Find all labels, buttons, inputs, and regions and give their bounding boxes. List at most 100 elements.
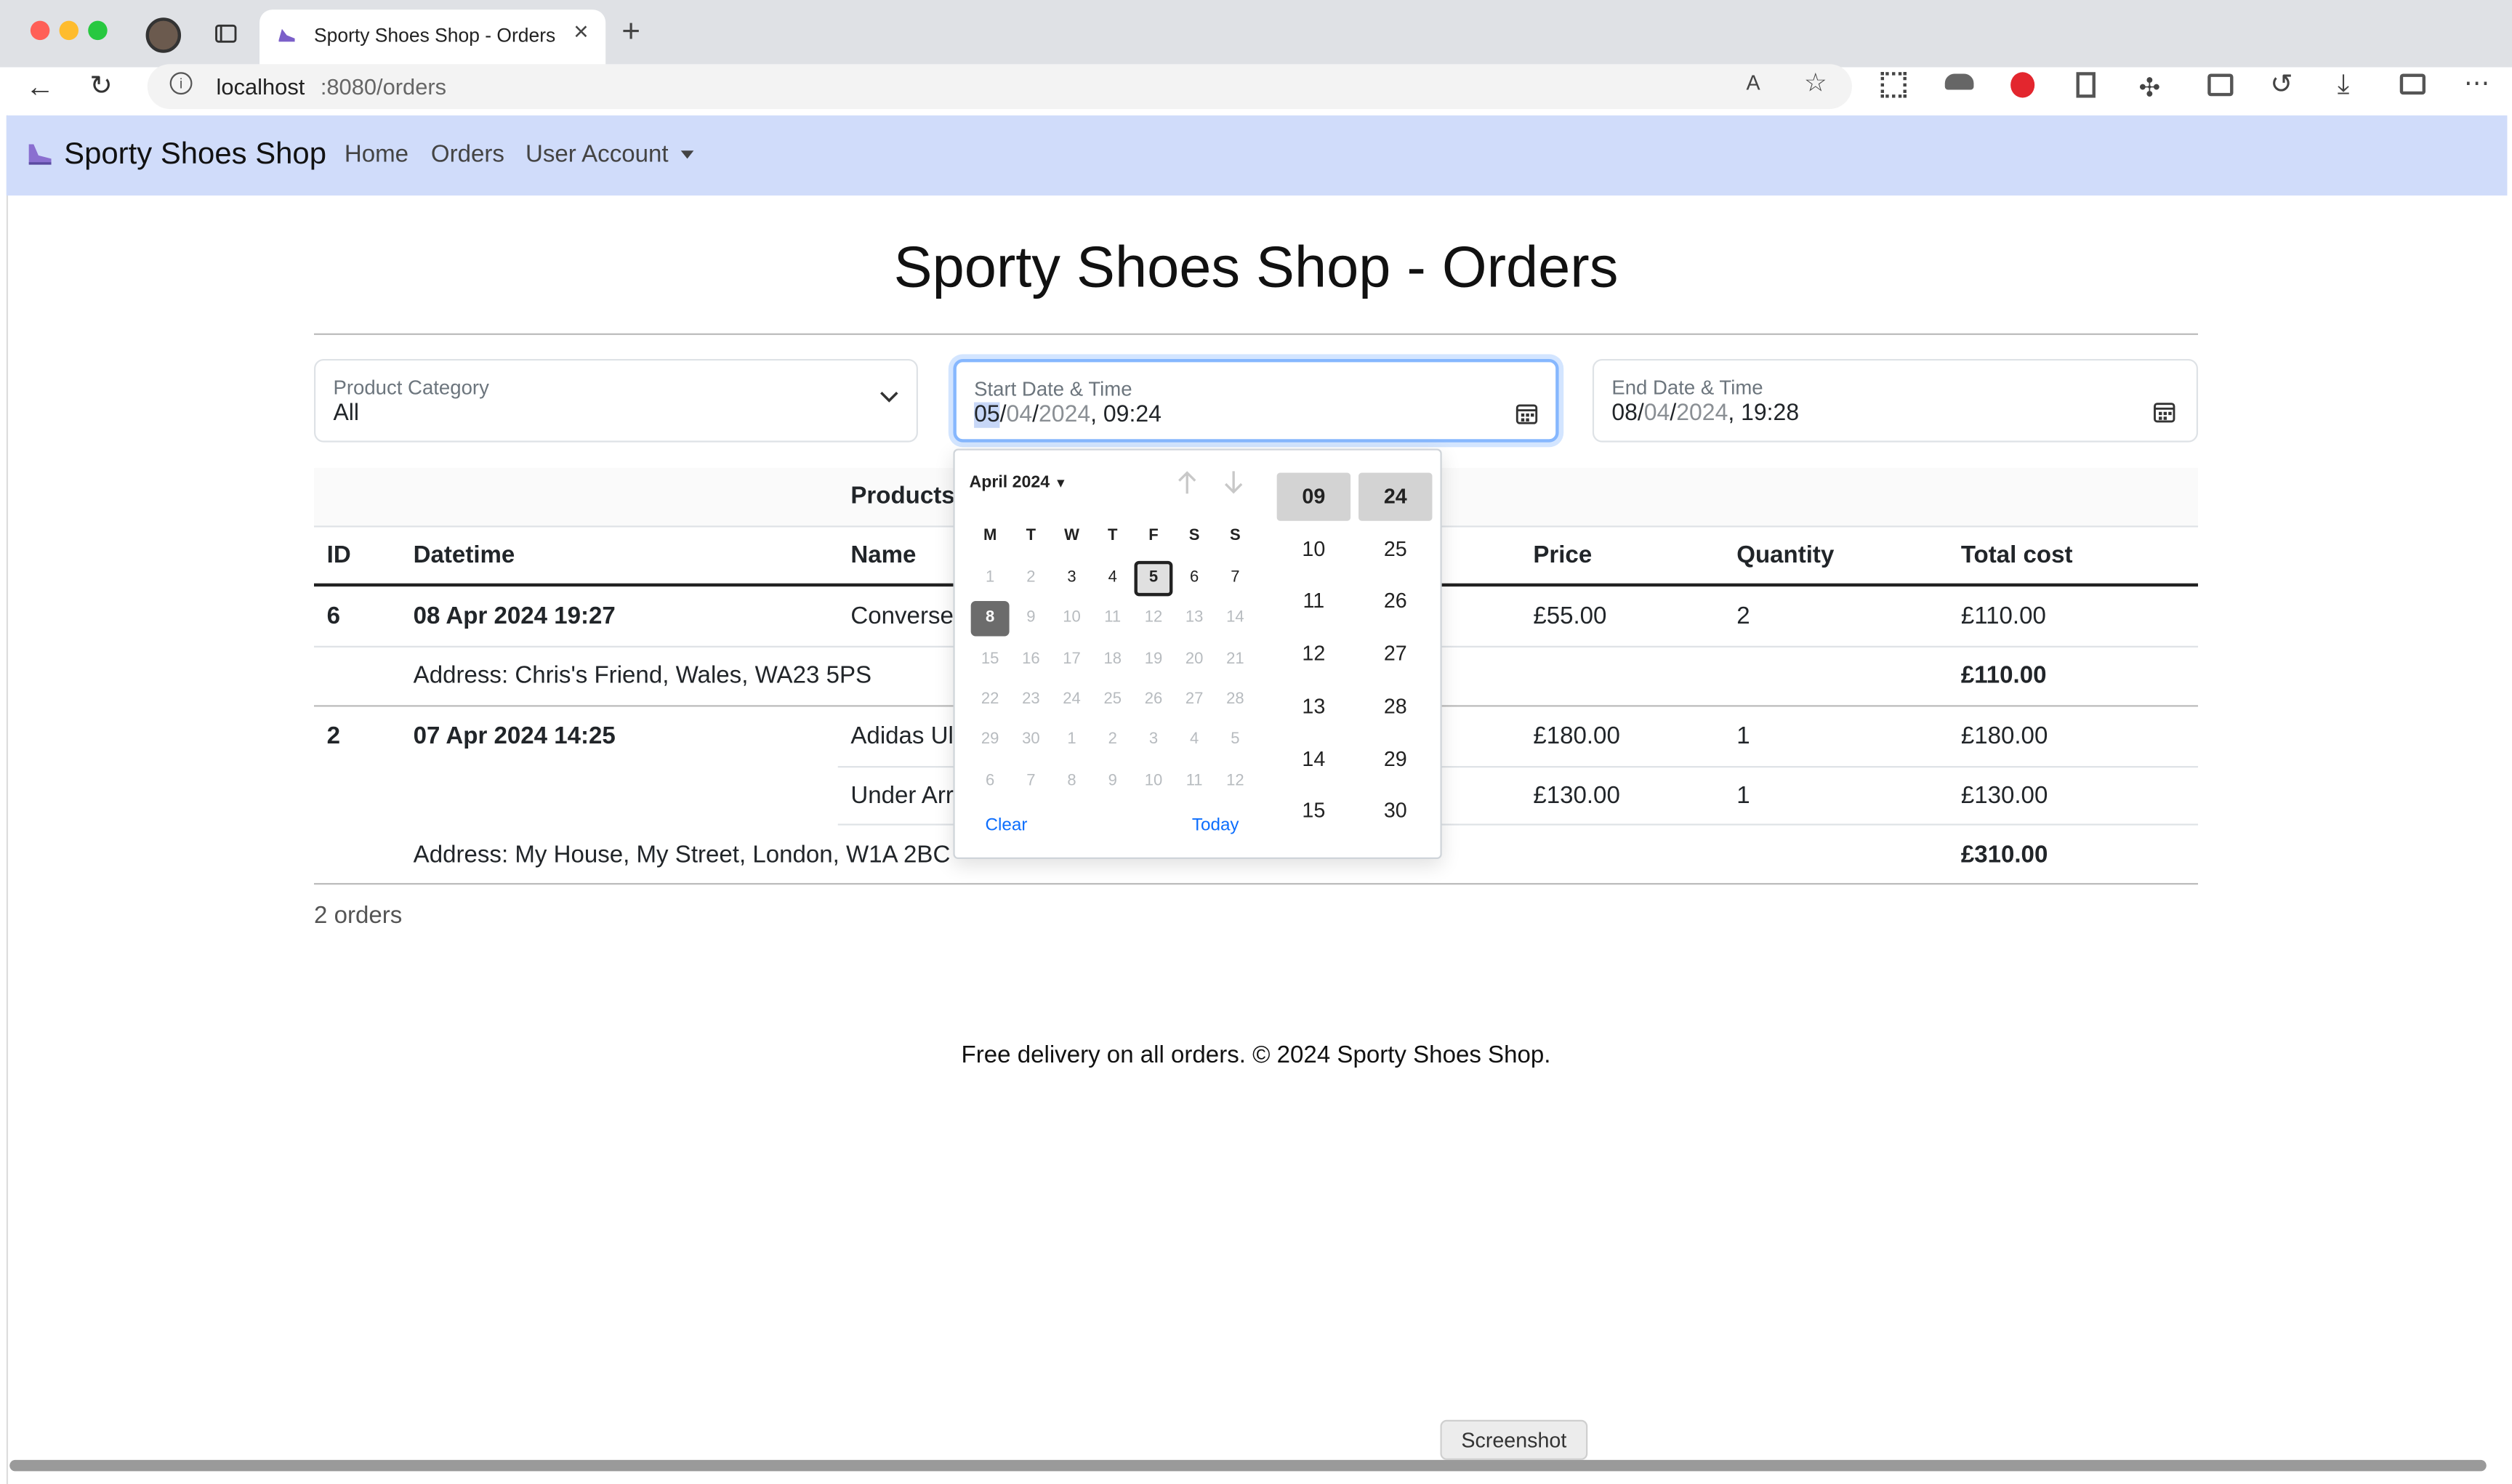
close-window-button[interactable] [30,20,50,41]
product-total: £130.00 [1960,782,2048,810]
page-title: Sporty Shoes Shop - Orders [893,233,1619,300]
footer-text: Free delivery on all orders. © 2024 Spor… [961,1041,1551,1069]
address-bar[interactable]: i localhost :8080/orders A ☆ [147,64,1852,109]
hour-option[interactable]: 14 [1277,735,1350,783]
calendar-day[interactable]: 7 [1216,561,1255,597]
dropdown-caret-icon [680,150,694,159]
hour-option[interactable]: 10 [1277,525,1350,573]
today-button[interactable]: Today [1192,815,1239,834]
product-price: £180.00 [1533,722,1620,751]
end-year[interactable]: 2024 [1676,400,1728,426]
order-datetime: 08 Apr 2024 19:27 [413,602,616,630]
month-year-toggle[interactable]: April 2024 ▼ [969,473,1067,492]
screenshot-icon[interactable] [2399,73,2426,95]
downloads-icon[interactable]: ⤓ [2338,69,2350,101]
end-day[interactable]: 08 [1611,400,1638,426]
nav-link-user-account[interactable]: User Account [526,141,669,168]
calendar-day[interactable]: 4 [1093,561,1132,597]
calendar-day: 10 [1063,609,1081,627]
order-address: Address: My House, My Street, London, W1… [413,841,951,869]
minute-option[interactable]: 30 [1358,787,1432,835]
calendar-day: 12 [1144,609,1163,627]
order-datetime: 07 Apr 2024 14:25 [413,722,616,751]
order-count: 2 orders [314,902,403,930]
calendar-day: 15 [981,650,999,668]
start-year[interactable]: 2024 [1039,403,1090,428]
new-tab-icon[interactable]: + [621,15,640,52]
prev-month-arrow-icon[interactable] [1176,469,1199,495]
calendar-day: 27 [1185,690,1204,709]
product-quantity: 2 [1736,602,1750,630]
split-screen-icon[interactable] [2207,73,2234,97]
calendar-day[interactable]: 5 [1134,560,1173,597]
hour-option[interactable]: 15 [1277,787,1350,835]
history-icon[interactable]: ↺ [2270,69,2292,101]
products-group-header: Products [850,482,955,510]
nav-link-home[interactable]: Home [345,141,408,168]
clear-button[interactable]: Clear [986,815,1028,834]
profile-avatar[interactable] [145,17,182,53]
calendar-day: 21 [1226,650,1244,668]
next-month-arrow-icon[interactable] [1223,469,1245,495]
hour-option[interactable]: 11 [1277,578,1350,626]
col-header-total: Total cost [1960,541,2073,569]
calendar-day: 24 [1063,690,1081,709]
start-time[interactable]: , 09:24 [1090,403,1162,428]
extensions-puzzle-icon[interactable]: ✣ [2138,72,2160,104]
extension-shield-icon[interactable] [2010,72,2035,98]
calendar-day[interactable]: 3 [1052,561,1091,597]
reload-icon[interactable]: ↻ [89,70,112,102]
tab-actions-icon[interactable] [213,21,238,47]
product-category-select[interactable]: Product Category All [314,358,918,443]
browser-tab[interactable]: Sporty Shoes Shop - Orders × [259,9,606,68]
col-header-name: Name [850,541,917,569]
minute-option[interactable]: 24 [1358,472,1433,521]
calendar-icon[interactable] [1515,403,1538,425]
extension-clipboard-icon[interactable] [2076,72,2096,98]
end-time[interactable]: , 19:28 [1728,400,1799,426]
close-tab-icon[interactable]: × [573,19,589,48]
col-header-id: ID [326,541,351,569]
hour-option[interactable]: 12 [1277,630,1350,678]
calendar-day: 14 [1226,609,1244,627]
site-info-icon[interactable]: i [169,72,193,95]
start-datetime-input[interactable]: Start Date & Time 05/04/2024, 09:24 [953,358,1559,443]
caret-down-icon: ▼ [1054,475,1068,491]
calendar-day[interactable]: 8 [970,601,1010,637]
calendar-day: 26 [1144,690,1163,709]
extension-shoe-icon[interactable] [1944,73,1974,90]
calendar-day: 22 [981,690,999,709]
order-id: 2 [326,722,341,751]
read-aloud-icon[interactable]: A [1746,70,1760,94]
end-month[interactable]: 04 [1644,400,1670,426]
hour-option[interactable]: 13 [1277,682,1350,730]
brand-shoe-icon [24,138,56,170]
minimize-window-button[interactable] [59,20,79,41]
calendar-day[interactable]: 6 [1175,561,1214,597]
minute-option[interactable]: 29 [1358,735,1432,783]
calendar-day: 17 [1063,650,1081,668]
back-icon[interactable]: ← [25,70,55,104]
minute-option[interactable]: 28 [1358,682,1432,730]
qr-code-icon[interactable] [1880,72,1907,98]
nav-link-orders[interactable]: Orders [431,141,504,168]
chevron-down-icon [879,390,898,406]
horizontal-scrollbar[interactable] [9,1459,2487,1472]
minute-option[interactable]: 27 [1358,630,1432,678]
start-day[interactable]: 05 [974,402,1000,428]
datepicker-popup: April 2024 ▼ M T W T F S S 1 2 3 4 5 6 7 8 9 10 11 12 13 14 1… [953,448,1442,859]
calendar-day: 1 [1067,730,1076,749]
hour-option[interactable]: 09 [1276,472,1351,521]
minute-option[interactable]: 26 [1358,578,1432,626]
favorite-star-icon[interactable]: ☆ [1804,68,1827,100]
more-menu-icon[interactable]: ⋯ [2464,68,2489,100]
end-datetime-input[interactable]: End Date & Time 08/04/2024, 19:28 [1592,358,2199,443]
minute-option[interactable]: 25 [1358,525,1432,573]
calendar-icon[interactable] [2153,400,2175,423]
category-value: All [333,400,359,427]
navbar-brand[interactable]: Sporty Shoes Shop [64,138,326,174]
order-address: Address: Chris's Friend, Wales, WA23 5PS [413,661,872,690]
maximize-window-button[interactable] [88,20,108,41]
category-label: Product Category [333,376,489,400]
start-month[interactable]: 04 [1007,403,1033,428]
